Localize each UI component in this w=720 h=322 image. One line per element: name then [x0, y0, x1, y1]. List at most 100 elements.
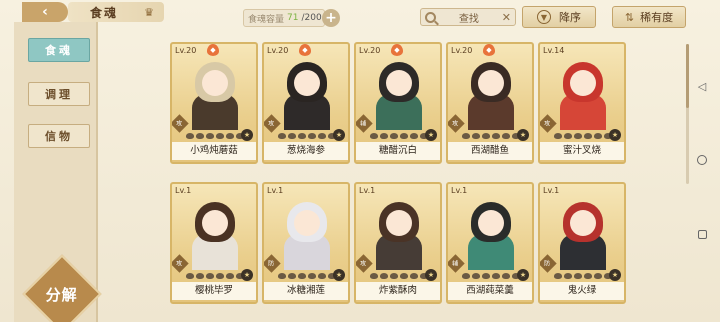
scrollbar[interactable] — [686, 44, 689, 184]
nav-recent-icon[interactable] — [696, 228, 708, 240]
card-level: Lv.1 — [451, 186, 468, 195]
attribute-label: 防 — [544, 260, 551, 268]
sort-button[interactable]: ▼ 降序 — [522, 6, 596, 28]
search-icon — [425, 11, 436, 23]
ring-icon — [308, 133, 316, 139]
soul-card[interactable]: Lv.20 ◆ 攻 ★ 葱烧海参 — [262, 42, 350, 164]
star-rings — [370, 133, 428, 139]
card-name: 鬼火绿 — [540, 282, 624, 300]
attribute-badge: 攻 — [356, 254, 373, 273]
ring-icon — [216, 133, 224, 139]
flame-icon: ◆ — [391, 44, 403, 56]
add-capacity-button[interactable]: + — [322, 9, 340, 27]
ring-icon — [462, 133, 470, 139]
ring-icon — [196, 133, 204, 139]
soul-card[interactable]: Lv.1 攻 ★ 樱桃毕罗 — [170, 182, 258, 304]
ring-icon — [390, 273, 398, 279]
card-name: 樱桃毕罗 — [172, 282, 256, 300]
ring-icon — [186, 273, 194, 279]
star-rings — [278, 273, 336, 279]
search-input[interactable]: 查找 ✕ — [420, 8, 516, 26]
decompose-button[interactable]: 分解 — [22, 254, 102, 322]
ring-icon — [410, 273, 418, 279]
star-icon: ★ — [241, 129, 253, 141]
scroll-thumb[interactable] — [686, 44, 689, 108]
star-rings — [554, 273, 612, 279]
ring-icon — [482, 273, 490, 279]
ring-icon — [206, 273, 214, 279]
star-icon: ★ — [517, 129, 529, 141]
ring-icon — [226, 133, 234, 139]
nav-home-icon[interactable] — [696, 154, 708, 166]
ring-icon — [288, 133, 296, 139]
attribute-label: 攻 — [176, 120, 183, 128]
character-portrait — [374, 196, 424, 270]
soul-card[interactable]: Lv.1 辅 ★ 西湖莼菜羹 — [446, 182, 534, 304]
sidebar-item-tiaoli[interactable]: 调理 — [28, 82, 90, 106]
ring-icon — [288, 273, 296, 279]
card-name: 小鸡炖蘑菇 — [172, 142, 256, 160]
card-name: 西湖醋鱼 — [448, 142, 532, 160]
card-level: Lv.20 — [267, 46, 289, 55]
star-icon: ★ — [425, 129, 437, 141]
soul-card[interactable]: Lv.1 攻 ★ 炸紫酥肉 — [354, 182, 442, 304]
sort-icon: ▼ — [537, 10, 551, 24]
ring-icon — [216, 273, 224, 279]
attribute-label: 辅 — [360, 120, 367, 128]
attribute-badge: 防 — [264, 254, 281, 273]
close-icon[interactable]: ✕ — [502, 11, 511, 24]
ring-icon — [564, 273, 572, 279]
star-icon: ★ — [425, 269, 437, 281]
character-portrait — [190, 56, 240, 130]
capacity-total: /200 — [301, 13, 322, 23]
attribute-badge: 攻 — [540, 114, 557, 133]
soul-card[interactable]: Lv.1 防 ★ 鬼火绿 — [538, 182, 626, 304]
card-level: Lv.20 — [175, 46, 197, 55]
soul-card[interactable]: Lv.20 ◆ 辅 ★ 糖醋沉白 — [354, 42, 442, 164]
star-rings — [370, 273, 428, 279]
attribute-badge: 防 — [540, 254, 557, 273]
ring-icon — [472, 273, 480, 279]
ring-icon — [574, 273, 582, 279]
attribute-badge: 攻 — [448, 114, 465, 133]
attribute-label: 防 — [268, 260, 275, 268]
back-button[interactable]: ‹ — [22, 2, 68, 22]
ring-icon — [564, 133, 572, 139]
star-rings — [278, 133, 336, 139]
card-level: Lv.1 — [359, 186, 376, 195]
ring-icon — [318, 133, 326, 139]
character-portrait — [466, 56, 516, 130]
star-icon: ★ — [517, 269, 529, 281]
title-tab: 食魂 ♛ — [68, 2, 164, 22]
filter-icon: ⇅ — [624, 10, 635, 24]
crown-icon: ♛ — [144, 5, 154, 19]
ring-icon — [370, 133, 378, 139]
attribute-badge: 攻 — [172, 254, 189, 273]
attribute-label: 攻 — [544, 120, 551, 128]
rarity-filter-button[interactable]: ⇅ 稀有度 — [612, 6, 686, 28]
character-portrait — [282, 196, 332, 270]
rarity-label: 稀有度 — [640, 11, 674, 24]
card-level: Lv.1 — [543, 186, 560, 195]
ring-icon — [308, 273, 316, 279]
soul-card[interactable]: Lv.20 ◆ 攻 ★ 小鸡炖蘑菇 — [170, 42, 258, 164]
sidebar: 食魂 调理 信物 分解 — [14, 22, 102, 322]
star-rings — [186, 133, 244, 139]
sidebar-item-shihun[interactable]: 食魂 — [28, 38, 90, 62]
star-icon: ★ — [609, 129, 621, 141]
nav-back-icon[interactable]: ◁ — [696, 80, 708, 93]
top-bar: ‹ 食魂 ♛ 食魂容量 71/200 + 查找 ✕ ▼ 降序 ⇅ 稀有度 — [0, 0, 720, 36]
soul-card[interactable]: Lv.1 防 ★ 冰糖湘莲 — [262, 182, 350, 304]
soul-card[interactable]: Lv.14 攻 ★ 蜜汁叉烧 — [538, 42, 626, 164]
attribute-badge: 辅 — [448, 254, 465, 273]
sort-label: 降序 — [559, 11, 581, 24]
star-rings — [462, 273, 520, 279]
card-level: Lv.1 — [175, 186, 192, 195]
ring-icon — [482, 133, 490, 139]
soul-card[interactable]: Lv.20 ◆ 攻 ★ 西湖醋鱼 — [446, 42, 534, 164]
sidebar-item-xinwu[interactable]: 信物 — [28, 124, 90, 148]
card-level: Lv.14 — [543, 46, 565, 55]
card-level: Lv.20 — [451, 46, 473, 55]
capacity-label: 食魂容量 — [248, 14, 285, 25]
ring-icon — [554, 133, 562, 139]
